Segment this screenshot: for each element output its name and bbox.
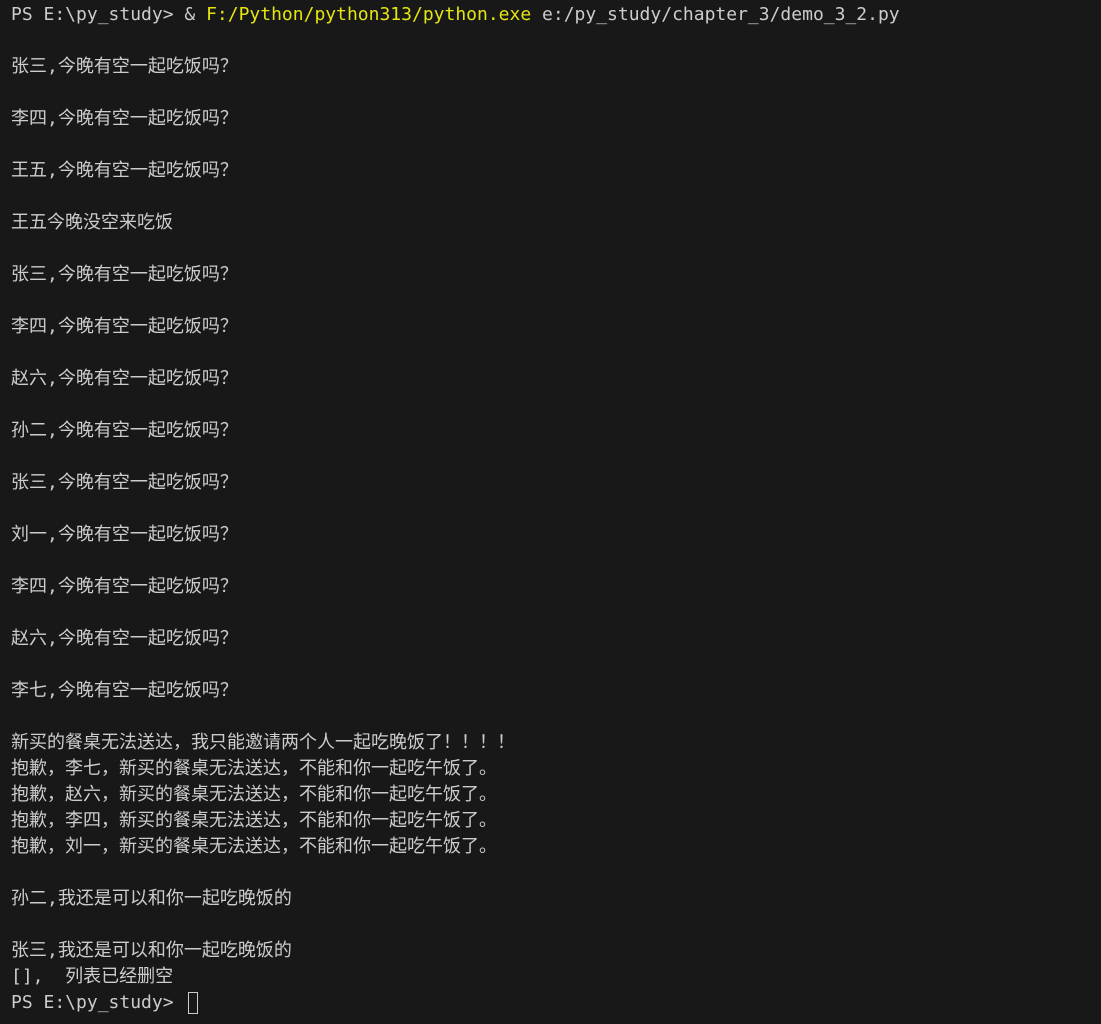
output-line: [], 列表已经删空 xyxy=(11,966,174,987)
output-line: 张三,今晚有空一起吃饭吗？ xyxy=(11,264,238,285)
output-line: 新买的餐桌无法送达，我只能邀请两个人一起吃晚饭了！！！！ xyxy=(11,732,515,753)
terminal-panel[interactable]: PS E:\py_study> & F:/Python/python313/py… xyxy=(0,0,1101,1024)
output-line: 刘一,今晚有空一起吃饭吗？ xyxy=(11,524,238,545)
prompt: PS E:\py_study> xyxy=(11,4,185,25)
output-line: 赵六,今晚有空一起吃饭吗？ xyxy=(11,628,238,649)
output-line: 李四,今晚有空一起吃饭吗？ xyxy=(11,108,238,129)
script-path: e:/py_study/chapter_3/demo_3_2.py xyxy=(531,4,900,25)
output-line: 李四,今晚有空一起吃饭吗？ xyxy=(11,316,238,337)
output-line: 抱歉，李七，新买的餐桌无法送达，不能和你一起吃午饭了。 xyxy=(11,758,497,779)
python-executable-path: F:/Python/python313/python.exe xyxy=(206,4,532,25)
output-line: 抱歉，赵六，新买的餐桌无法送达，不能和你一起吃午饭了。 xyxy=(11,784,497,805)
command-line: PS E:\py_study> & F:/Python/python313/py… xyxy=(11,2,1101,28)
output-line: 抱歉，刘一，新买的餐桌无法送达，不能和你一起吃午饭了。 xyxy=(11,836,497,857)
output-line: 张三,我还是可以和你一起吃晚饭的 xyxy=(11,940,292,961)
output-line: 王五今晚没空来吃饭 xyxy=(11,212,173,233)
output-line: 张三,今晚有空一起吃饭吗？ xyxy=(11,56,238,77)
output-line: 赵六,今晚有空一起吃饭吗？ xyxy=(11,368,238,389)
output-line: 孙二,我还是可以和你一起吃晚饭的 xyxy=(11,888,292,909)
output-line: 李四,今晚有空一起吃饭吗？ xyxy=(11,576,238,597)
current-prompt-line[interactable]: PS E:\py_study> xyxy=(11,990,1101,1016)
output-line: 王五,今晚有空一起吃饭吗？ xyxy=(11,160,238,181)
terminal-output: 张三,今晚有空一起吃饭吗？ 李四,今晚有空一起吃饭吗？ 王五,今晚有空一起吃饭吗？ 王… xyxy=(11,28,1101,990)
call-operator: & xyxy=(184,4,207,25)
output-line: 张三,今晚有空一起吃饭吗？ xyxy=(11,472,238,493)
output-line: 李七,今晚有空一起吃饭吗？ xyxy=(11,680,238,701)
output-line: 孙二,今晚有空一起吃饭吗？ xyxy=(11,420,238,441)
prompt: PS E:\py_study> xyxy=(11,992,185,1013)
output-line: 抱歉，李四，新买的餐桌无法送达，不能和你一起吃午饭了。 xyxy=(11,810,497,831)
text-cursor xyxy=(188,992,199,1014)
